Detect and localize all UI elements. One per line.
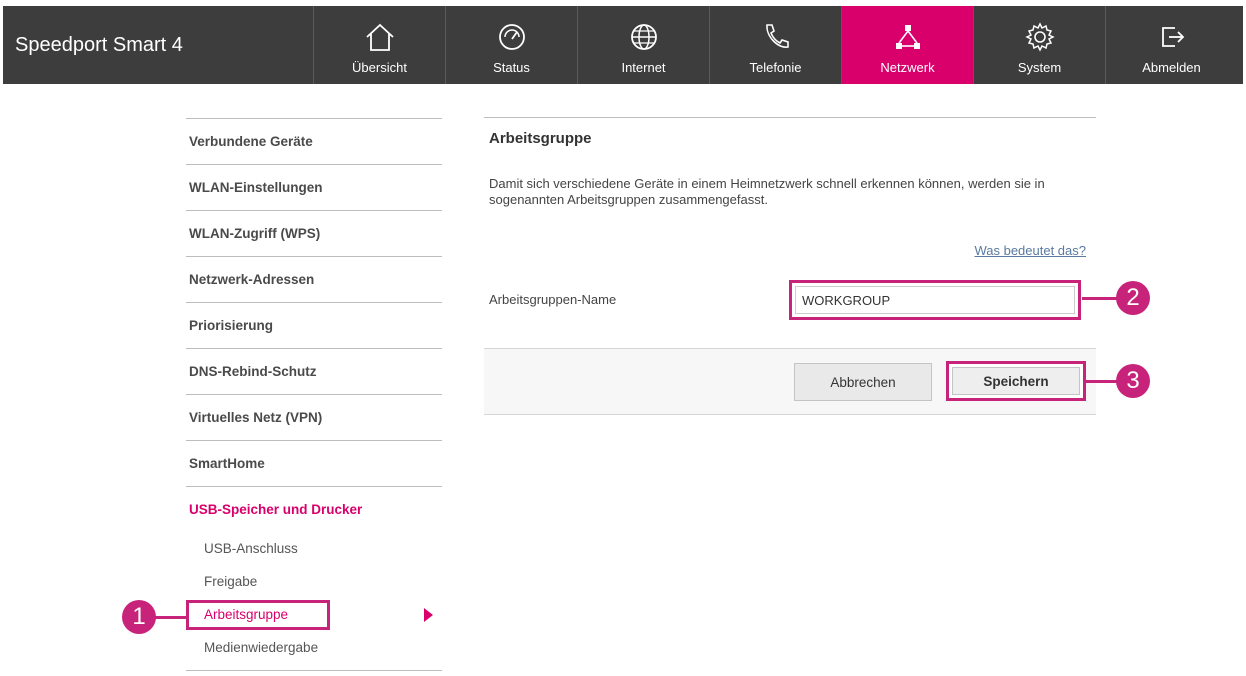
brand-title: Speedport Smart 4: [15, 33, 183, 56]
sidebar-item-smarthome[interactable]: SmartHome: [186, 440, 442, 486]
workgroup-name-label: Arbeitsgruppen-Name: [489, 292, 617, 307]
home-icon: [363, 20, 397, 54]
logout-icon: [1155, 20, 1189, 54]
sidebar-item-wlan-einstellungen[interactable]: WLAN-Einstellungen: [186, 164, 442, 210]
nav-label: Status: [493, 60, 530, 75]
callout-2: 2: [1116, 281, 1150, 315]
highlight-box-2: [789, 280, 1081, 320]
nav-label: Übersicht: [352, 60, 407, 75]
sidebar-subitem-arbeitsgruppe[interactable]: Arbeitsgruppe: [186, 598, 442, 631]
sidebar-item-netzwerk-adressen[interactable]: Netzwerk-Adressen: [186, 256, 442, 302]
sidebar-item-priorisierung[interactable]: Priorisierung: [186, 302, 442, 348]
panel-footer: Abbrechen Speichern: [484, 349, 1096, 415]
active-arrow-icon: [424, 608, 433, 622]
sidebar-subitem-freigabe[interactable]: Freigabe: [186, 565, 442, 598]
highlight-box-3: Speichern: [946, 361, 1086, 401]
workgroup-name-input[interactable]: [795, 286, 1075, 314]
workgroup-panel: Arbeitsgruppe Damit sich verschiedene Ge…: [484, 117, 1096, 415]
help-link[interactable]: Was bedeutet das?: [974, 243, 1086, 258]
sidebar-item-wlan-zugriff[interactable]: WLAN-Zugriff (WPS): [186, 210, 442, 256]
sidebar-subitem-label: Arbeitsgruppe: [204, 607, 289, 622]
sidebar-subitem-medienwiedergabe[interactable]: Medienwiedergabe: [186, 631, 442, 664]
phone-icon: [759, 20, 793, 54]
panel-title: Arbeitsgruppe: [489, 130, 592, 147]
cancel-button[interactable]: Abbrechen: [794, 363, 932, 401]
nav-label: Netzwerk: [880, 60, 935, 75]
sidebar-submenu: USB-Anschluss Freigabe Arbeitsgruppe Med…: [186, 532, 442, 671]
nav-item-abmelden[interactable]: Abmelden: [1105, 6, 1237, 84]
nav-item-internet[interactable]: Internet: [577, 6, 709, 84]
sidebar: Verbundene Geräte WLAN-Einstellungen WLA…: [186, 118, 442, 671]
nav-label: System: [1017, 60, 1062, 75]
panel-description: Damit sich verschiedene Geräte in einem …: [489, 176, 1045, 207]
nav-item-status[interactable]: Status: [445, 6, 577, 84]
nav-item-netzwerk[interactable]: Netzwerk: [841, 6, 973, 84]
sidebar-item-verbundene-geraete[interactable]: Verbundene Geräte: [186, 118, 442, 164]
sidebar-item-vpn[interactable]: Virtuelles Netz (VPN): [186, 394, 442, 440]
nav-item-uebersicht[interactable]: Übersicht: [313, 6, 445, 84]
nav-label: Telefonie: [749, 60, 802, 75]
gauge-icon: [495, 20, 529, 54]
sidebar-item-usb-speicher[interactable]: USB-Speicher und Drucker: [186, 486, 442, 532]
nav-item-system[interactable]: System: [973, 6, 1105, 84]
sidebar-item-dns-rebind[interactable]: DNS-Rebind-Schutz: [186, 348, 442, 394]
nav-label: Internet: [621, 60, 666, 75]
top-navigation-bar: Speedport Smart 4 Übersicht Status Inter…: [3, 6, 1243, 84]
nav-label: Abmelden: [1142, 60, 1201, 75]
network-icon: [891, 20, 925, 54]
save-button[interactable]: Speichern: [952, 367, 1080, 395]
nav-item-telefonie[interactable]: Telefonie: [709, 6, 841, 84]
sidebar-subitem-usb-anschluss[interactable]: USB-Anschluss: [186, 532, 442, 565]
callout-1: 1: [122, 600, 156, 634]
gear-icon: [1023, 20, 1057, 54]
callout-3: 3: [1116, 364, 1150, 398]
globe-icon: [627, 20, 661, 54]
